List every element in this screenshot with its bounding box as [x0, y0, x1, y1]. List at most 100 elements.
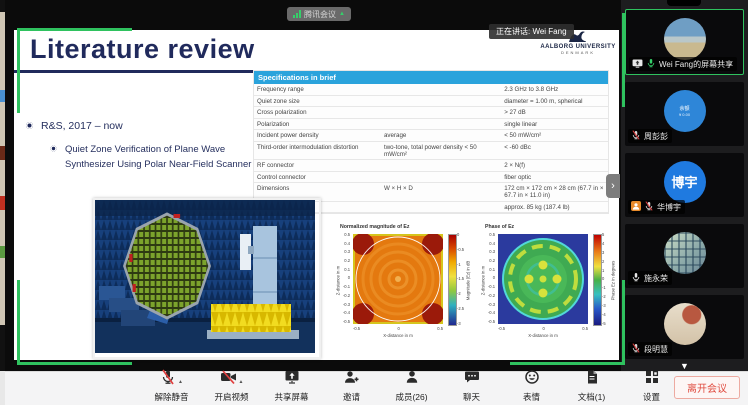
table-cell: < 50 mW/cm²	[501, 130, 608, 141]
x-tick-labels: -0.500.5	[353, 326, 443, 331]
table-row: Control connector fiber optic	[254, 172, 608, 184]
tick-label: 0.4	[344, 241, 350, 246]
table-row: Quiet zone size diameter = 1.00 m, spheri…	[254, 96, 608, 108]
toolbar-chat-button[interactable]: 聊天	[448, 374, 495, 403]
table-cell	[381, 160, 501, 171]
tick-label: 0.3	[344, 249, 350, 254]
table-cell: Cross polarization	[254, 107, 381, 118]
participant-name-tag: 施永荣	[628, 271, 672, 285]
tick-label: -2	[457, 291, 464, 296]
tick-label: 1	[602, 268, 606, 273]
plot-title: Phase of Ez	[485, 224, 514, 230]
table-cell: Control connector	[254, 172, 381, 183]
docs-icon	[584, 369, 600, 390]
table-cell: > 27 dB	[501, 107, 608, 118]
toolbar-items: ▲解除静音 ▲开启视频共享屏幕邀请 成员(26) 聊天 表情文档(1) 设置	[148, 374, 675, 403]
chevron-right-icon: ›	[611, 180, 615, 192]
mic-icon	[631, 272, 641, 284]
shared-screen-area: 腾讯会议 ▲ Literature review AALBORG UNIVERS…	[5, 0, 621, 372]
tick-label: 0.3	[489, 249, 495, 254]
tick-label: -0.1	[343, 284, 350, 289]
signal-icon	[293, 10, 301, 18]
table-cell: Quiet zone size	[254, 96, 381, 107]
share-region-corner	[618, 13, 625, 107]
caret-up-icon[interactable]: ▲	[178, 379, 183, 385]
table-cell: 2.3 GHz to 3.8 GHz	[501, 84, 608, 95]
participant-tile[interactable]: Wei Fang的屏幕共享	[625, 9, 744, 75]
sidebar-handle[interactable]	[667, 0, 701, 6]
tick-label: -0.5	[488, 319, 495, 324]
tick-label: 0.1	[344, 267, 350, 272]
tick-label: -1.5	[457, 276, 464, 281]
participant-name-tag: 华博宇	[628, 200, 685, 214]
tick-label: -1	[457, 262, 464, 267]
tick-label: -0.2	[343, 293, 350, 298]
participant-tile[interactable]: 余额¥ 0.00周彭彭	[625, 82, 744, 146]
avatar: 博宇	[664, 161, 706, 203]
toolbar-start-video-button[interactable]: ▲开启视频	[208, 374, 255, 403]
share-region-corner	[510, 280, 625, 365]
toolbar-emoji-button[interactable]: 表情	[508, 374, 555, 403]
tick-label: 4	[602, 241, 606, 246]
next-slide-button[interactable]: ›	[606, 174, 620, 198]
collapse-panel-button[interactable]: ▼	[621, 362, 748, 371]
logo-country: DENMARK	[538, 50, 618, 55]
share-status-pill[interactable]: 腾讯会议 ▲	[287, 7, 351, 21]
toolbar-label: 邀请	[328, 391, 375, 403]
toolbar-share-screen-button[interactable]: 共享屏幕	[268, 374, 315, 403]
table-cell: single linear	[501, 119, 608, 130]
participant-name: Wei Fang的屏幕共享	[659, 59, 733, 70]
tick-label: 0.4	[489, 241, 495, 246]
sub-bullet-text: Quiet Zone Verification of Plane Wave Sy…	[65, 143, 258, 172]
participant-tile[interactable]: 博宇华博宇	[625, 153, 744, 217]
participant-tile[interactable]: 施永荣	[625, 224, 744, 288]
tick-label: 0.5	[344, 232, 350, 237]
toolbar-label: 成员(26)	[388, 391, 435, 403]
colorbar	[448, 234, 457, 326]
chevron-up-icon: ▲	[339, 11, 345, 17]
participant-name-tag: Wei Fang的屏幕共享	[629, 57, 737, 71]
tick-label: 3	[602, 250, 606, 255]
tick-label: 0.5	[489, 232, 495, 237]
leave-meeting-button[interactable]: 离开会议	[674, 376, 740, 399]
toolbar-docs-button[interactable]: 文档(1)	[568, 374, 615, 403]
table-cell: approx. 85 kg (187.4 lb)	[501, 202, 608, 213]
tick-label: -0.5	[353, 326, 360, 331]
screen-share-icon	[632, 59, 643, 70]
table-row: RF connector2 × N(f)	[254, 160, 608, 172]
table-cell	[381, 84, 501, 95]
toolbar-unmute-button[interactable]: ▲解除静音	[148, 374, 195, 403]
y-tick-labels: 0.50.40.30.20.10-0.1-0.2-0.3-0.4-0.5	[338, 232, 350, 324]
tick-label: -0.4	[488, 310, 495, 315]
toolbar-members-button[interactable]: 成员(26)	[388, 374, 435, 403]
table-cell	[381, 202, 501, 213]
table-cell: average	[381, 130, 501, 141]
bullet-icon	[51, 146, 57, 152]
toolbar-label: 聊天	[448, 391, 495, 403]
table-cell: fiber optic	[501, 172, 608, 183]
tick-label: -0.4	[343, 310, 350, 315]
table-row: Incident power densityaverage< 50 mW/cm²	[254, 130, 608, 142]
toolbar-invite-button[interactable]: 邀请	[328, 374, 375, 403]
host-badge-icon	[631, 201, 641, 213]
video-tiles: Wei Fang的屏幕共享余额¥ 0.00周彭彭博宇华博宇施永荣段明慧	[625, 9, 744, 359]
avatar: 余额¥ 0.00	[664, 90, 706, 132]
tick-label: 0	[348, 275, 350, 280]
bullet-level2: Quiet Zone Verification of Plane Wave Sy…	[50, 143, 258, 172]
toolbar-settings-button[interactable]: 设置	[628, 374, 675, 403]
colorbar-label: Magnitude |Ez| in dB	[466, 249, 471, 313]
screen-share-icon	[284, 369, 300, 390]
table-cell: Incident power density	[254, 130, 381, 141]
tick-label: -0.3	[343, 302, 350, 307]
emoji-icon	[524, 369, 540, 390]
participant-tile[interactable]: 段明慧	[625, 295, 744, 359]
table-cell: 172 cm × 172 cm × 28 cm (67.7 in × 67.7 …	[501, 183, 608, 201]
table-cell	[381, 96, 501, 107]
table-cell: diameter = 1.00 m, spherical	[501, 96, 608, 107]
participant-name: 周彭彭	[644, 131, 668, 142]
participants-sidebar: Wei Fang的屏幕共享余额¥ 0.00周彭彭博宇华博宇施永荣段明慧 ▼	[621, 0, 748, 372]
table-cell	[381, 172, 501, 183]
caret-up-icon[interactable]: ▲	[239, 379, 244, 385]
x-axis-label: X-distance in m	[353, 333, 443, 338]
tick-label: 0.2	[344, 258, 350, 263]
